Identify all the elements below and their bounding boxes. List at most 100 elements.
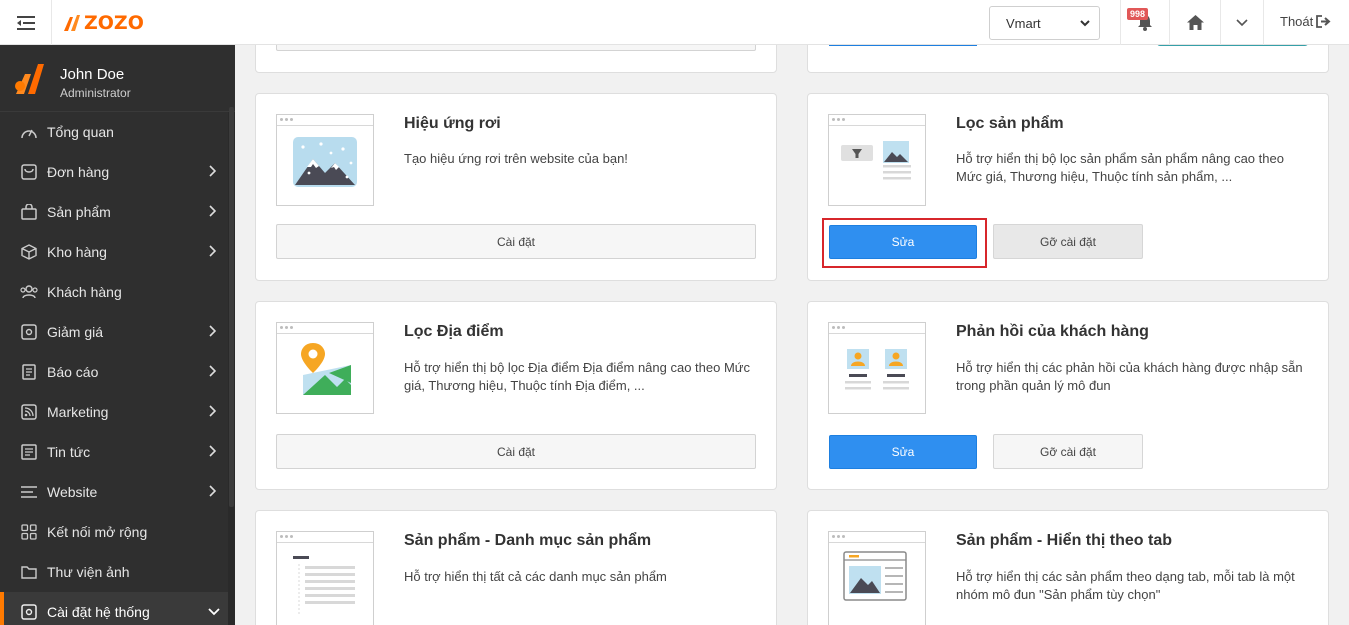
module-description: Tạo hiệu ứng rơi trên website của bạn! <box>404 151 628 166</box>
module-card-location-filter: Lọc Địa điểm Hỗ trợ hiển thị bộ lọc Địa … <box>255 301 777 490</box>
zozo-logo-icon <box>64 15 80 31</box>
sidebar-scrollbar-thumb[interactable] <box>229 107 234 507</box>
sidebar-item-orders[interactable]: Đơn hàng <box>0 152 228 192</box>
sidebar-item-label: Website <box>47 484 98 500</box>
chevron-right-icon <box>209 205 216 217</box>
install-button[interactable]: Cài đặt <box>276 224 756 259</box>
sidebar-item-settings[interactable]: Cài đặt hệ thống <box>0 592 228 625</box>
menu-toggle-button[interactable] <box>0 0 52 45</box>
list-icon <box>20 484 38 500</box>
module-thumbnail <box>276 322 374 414</box>
product-tabs-image-icon <box>843 551 907 601</box>
discount-icon <box>20 324 38 340</box>
chevron-right-icon <box>209 405 216 417</box>
module-thumbnail <box>828 322 926 414</box>
users-icon <box>20 284 38 300</box>
bag-icon <box>20 204 38 220</box>
module-title: Sản phẩm - Hiển thị theo tab <box>956 532 1173 549</box>
logo[interactable]: ZOZO <box>62 11 144 35</box>
module-description: Hỗ trợ hiển thị bộ lọc Địa điểm Địa điểm… <box>404 360 751 393</box>
chevron-right-icon <box>209 165 216 177</box>
box-icon <box>20 244 38 260</box>
sidebar-item-discounts[interactable]: Giảm giá <box>0 312 228 352</box>
avatar <box>15 64 44 94</box>
sidebar-item-label: Sản phẩm <box>47 204 111 220</box>
settings-icon <box>20 604 38 620</box>
module-card-product-categories: Sản phẩm - Danh mục sản phẩm Hỗ trợ hiển… <box>255 510 777 625</box>
module-title: Lọc Địa điểm <box>404 323 504 340</box>
notification-button[interactable] <box>1121 0 1169 45</box>
edit-button[interactable]: Sửa <box>829 225 977 259</box>
user-profile[interactable]: John Doe Administrator <box>0 45 235 112</box>
sidebar: John Doe Administrator Tổng quan Đơn hàn… <box>0 45 235 625</box>
news-icon <box>20 444 38 460</box>
module-thumbnail <box>828 531 926 625</box>
report-icon <box>20 364 38 380</box>
sidebar-item-label: Đơn hàng <box>47 164 110 180</box>
chevron-right-icon <box>209 325 216 337</box>
chevron-right-icon <box>209 245 216 257</box>
rss-icon <box>20 404 38 420</box>
sidebar-item-label: Giảm giá <box>47 324 104 340</box>
sidebar-item-label: Thư viện ảnh <box>47 564 130 580</box>
sidebar-item-warehouse[interactable]: Kho hàng <box>0 232 228 272</box>
logo-text: ZOZO <box>84 12 144 34</box>
notification-badge: 998 <box>1127 8 1149 20</box>
order-icon <box>20 164 38 180</box>
sidebar-item-website[interactable]: Website <box>0 472 228 512</box>
hamburger-icon <box>16 15 35 30</box>
user-role: Administrator <box>60 86 131 100</box>
map-pin-image-icon <box>301 343 351 395</box>
store-select-value: Vmart <box>1006 15 1041 31</box>
edit-button[interactable]: Sửa <box>829 435 977 469</box>
module-card-product-filter: Lọc sản phẩm Hỗ trợ hiển thị bộ lọc sản … <box>807 93 1329 281</box>
home-button[interactable] <box>1170 0 1220 45</box>
module-description: Hỗ trợ hiển thị bộ lọc sản phẩm sản phẩm… <box>956 151 1284 184</box>
folder-icon <box>20 564 38 580</box>
sidebar-item-label: Cài đặt hệ thống <box>47 604 150 620</box>
sidebar-item-products[interactable]: Sản phẩm <box>0 192 228 232</box>
sidebar-item-reports[interactable]: Báo cáo <box>0 352 228 392</box>
module-thumbnail <box>276 531 374 625</box>
module-thumbnail <box>276 114 374 206</box>
sidebar-item-gallery[interactable]: Thư viện ảnh <box>0 552 228 592</box>
module-title: Hiệu ứng rơi <box>404 115 501 132</box>
sidebar-item-news[interactable]: Tin tức <box>0 432 228 472</box>
sidebar-item-label: Báo cáo <box>47 364 99 380</box>
install-button[interactable]: Cài đặt <box>276 434 756 469</box>
module-description: Hỗ trợ hiển thị tất cả các danh mục sản … <box>404 569 667 584</box>
logout-button[interactable]: Thoát <box>1280 14 1331 29</box>
uninstall-button[interactable]: Gỡ cài đặt <box>993 224 1143 259</box>
user-name: John Doe <box>60 66 125 83</box>
module-card-product-tabs: Sản phẩm - Hiển thị theo tab Hỗ trợ hiển… <box>807 510 1329 625</box>
sidebar-item-marketing[interactable]: Marketing <box>0 392 228 432</box>
tachometer-icon <box>20 124 38 140</box>
sidebar-item-customers[interactable]: Khách hàng <box>0 272 228 312</box>
account-dropdown-button[interactable] <box>1221 0 1263 45</box>
uninstall-button[interactable]: Gỡ cài đặt <box>993 434 1143 469</box>
module-description: Hỗ trợ hiển thị các phản hồi của khách h… <box>956 360 1303 393</box>
divider <box>1263 0 1264 45</box>
chevron-down-icon <box>1236 18 1248 26</box>
sidebar-item-overview[interactable]: Tổng quan <box>0 112 228 152</box>
chevron-right-icon <box>209 365 216 377</box>
grid-icon <box>20 524 38 540</box>
sidebar-item-label: Khách hàng <box>47 284 122 300</box>
modules-content: Hiệu ứng rơi Tạo hiệu ứng rơi trên websi… <box>235 28 1349 625</box>
product-filter-image-icon <box>841 141 911 180</box>
module-card-falling-effect: Hiệu ứng rơi Tạo hiệu ứng rơi trên websi… <box>255 93 777 281</box>
store-select[interactable]: Vmart <box>989 6 1100 40</box>
module-description: Hỗ trợ hiển thị các sản phẩm theo dạng t… <box>956 569 1295 602</box>
module-title: Sản phẩm - Danh mục sản phẩm <box>404 532 652 549</box>
home-icon <box>1186 15 1204 30</box>
module-title: Lọc sản phẩm <box>956 115 1064 132</box>
sign-out-icon <box>1316 15 1331 28</box>
chevron-right-icon <box>209 445 216 457</box>
module-thumbnail <box>828 114 926 206</box>
sidebar-item-label: Tin tức <box>47 444 91 460</box>
category-list-image-icon <box>293 556 355 614</box>
logout-label: Thoát <box>1280 14 1314 29</box>
chevron-down-icon <box>1080 20 1090 27</box>
sidebar-item-extensions[interactable]: Kết nối mở rộng <box>0 512 228 552</box>
sidebar-item-label: Marketing <box>47 404 109 420</box>
